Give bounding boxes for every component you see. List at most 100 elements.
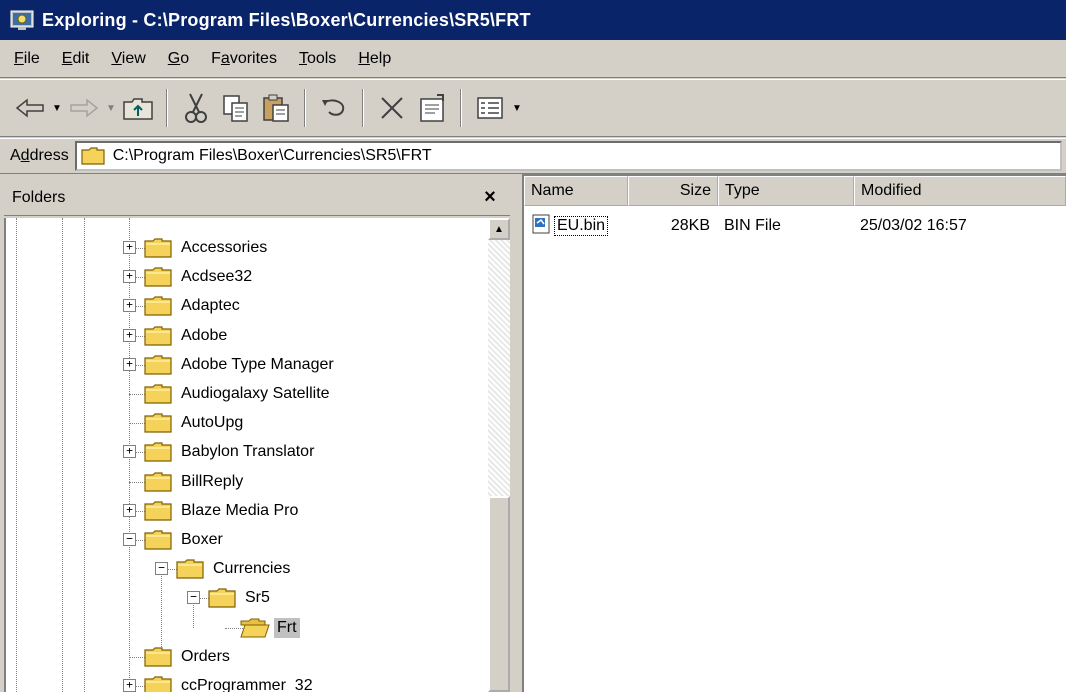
toolbar-separator xyxy=(166,89,168,127)
folder-icon xyxy=(144,384,172,404)
forward-arrow-icon xyxy=(70,98,99,118)
address-label: Address xyxy=(10,147,69,164)
up-folder-button[interactable] xyxy=(118,88,158,128)
tree-item-babylon-translator[interactable]: Babylon Translator xyxy=(144,440,317,464)
tree-item-label: Blaze Media Pro xyxy=(181,501,299,519)
tree-item-label: Accessories xyxy=(181,239,268,256)
address-bar: Address C:\Program Files\Boxer\Currencie… xyxy=(0,138,1066,174)
pane-splitter[interactable] xyxy=(510,174,522,692)
expand-toggle[interactable]: + xyxy=(123,679,136,692)
tree-item-label: Sr5 xyxy=(245,589,270,607)
views-button[interactable] xyxy=(470,88,510,128)
forward-dropdown-button[interactable]: ▼ xyxy=(104,88,118,128)
expand-toggle[interactable]: + xyxy=(123,445,136,459)
undo-button[interactable] xyxy=(314,88,354,128)
collapse-toggle[interactable]: − xyxy=(123,533,136,546)
address-value: C:\Program Files\Boxer\Currencies\SR5\FR… xyxy=(112,147,432,164)
menu-help[interactable]: Help xyxy=(358,50,391,68)
tree-item-audiogalaxy-satellite[interactable]: Audiogalaxy Satellite xyxy=(144,382,333,406)
folder-icon xyxy=(144,296,172,316)
explorer-app-icon xyxy=(10,8,34,32)
tree-item-label: Adobe xyxy=(181,326,228,344)
folder-tree-scrollbar[interactable]: ▲ xyxy=(488,218,510,692)
file-list-pane: Name Size Type Modified EU.bin 28KB BIN … xyxy=(522,174,1066,692)
folder-icon xyxy=(81,147,105,165)
menu-view[interactable]: View xyxy=(111,50,145,68)
tree-item-orders[interactable]: Orders xyxy=(144,645,233,669)
up-folder-icon xyxy=(123,98,153,120)
bin-file-icon xyxy=(532,214,550,239)
column-header-size[interactable]: Size xyxy=(628,176,718,206)
details-view-icon xyxy=(477,97,503,119)
tree-item-boxer[interactable]: Boxer xyxy=(144,528,226,552)
tree-item-label: Currencies xyxy=(213,560,291,578)
cut-button[interactable] xyxy=(176,88,216,128)
file-size: 28KB xyxy=(670,217,710,234)
window-title: Exploring - C:\Program Files\Boxer\Curre… xyxy=(42,9,531,30)
address-input[interactable]: C:\Program Files\Boxer\Currencies\SR5\FR… xyxy=(74,141,1062,171)
folder-icon xyxy=(208,588,236,608)
tree-item-accessories[interactable]: Accessories xyxy=(144,236,270,260)
tree-item-ccprogrammer-32[interactable]: ccProgrammer_32 xyxy=(144,674,316,692)
scroll-up-button[interactable]: ▲ xyxy=(488,218,510,240)
tree-item-sr5[interactable]: Sr5 xyxy=(208,586,273,610)
tree-item-label: Frt xyxy=(274,617,300,638)
folder-icon xyxy=(176,559,204,579)
undo-icon xyxy=(322,99,345,116)
tree-item-adobe[interactable]: Adobe xyxy=(144,324,230,348)
menu-favorites[interactable]: Favorites xyxy=(211,50,277,68)
back-dropdown-button[interactable]: ▼ xyxy=(50,88,64,128)
folder-icon xyxy=(144,413,172,433)
file-row[interactable]: EU.bin 28KB BIN File 25/03/02 16:57 xyxy=(524,212,1066,240)
expand-toggle[interactable]: + xyxy=(123,357,136,371)
file-name: EU.bin xyxy=(554,216,609,236)
collapse-toggle[interactable]: − xyxy=(155,562,168,576)
tree-item-blaze-media-pro[interactable]: Blaze Media Pro xyxy=(144,499,301,523)
tree-guide-line xyxy=(84,218,85,692)
column-header-name[interactable]: Name xyxy=(524,176,628,206)
file-type: BIN File xyxy=(724,217,781,234)
folders-pane: Folders × + Accessories + Acdsee32 + Adaptec +… xyxy=(4,180,510,692)
paste-button[interactable] xyxy=(256,88,296,128)
tree-item-adobe-type-manager[interactable]: Adobe Type Manager xyxy=(144,353,337,377)
tree-item-billreply[interactable]: BillReply xyxy=(144,470,246,494)
menu-edit[interactable]: Edit xyxy=(62,50,90,68)
expand-toggle[interactable]: + xyxy=(123,328,136,342)
menu-tools[interactable]: Tools xyxy=(299,50,336,68)
menu-file[interactable]: File xyxy=(14,50,40,68)
delete-button[interactable] xyxy=(372,88,412,128)
forward-button[interactable] xyxy=(64,88,104,128)
column-header-modified[interactable]: Modified xyxy=(854,176,1066,206)
folder-tree[interactable]: + Accessories + Acdsee32 + Adaptec + Adobe + Adob… xyxy=(4,218,488,692)
folder-icon xyxy=(144,471,172,492)
menu-go[interactable]: Go xyxy=(168,50,189,68)
tree-item-frt[interactable]: Frt xyxy=(240,616,300,640)
back-button[interactable] xyxy=(10,88,50,128)
views-dropdown-button[interactable]: ▼ xyxy=(510,88,524,128)
folder-icon xyxy=(144,530,172,550)
properties-button[interactable] xyxy=(412,88,452,128)
toolbar: ▼ ▼ ▼ xyxy=(0,79,1066,137)
column-header-type[interactable]: Type xyxy=(718,176,854,206)
file-modified: 25/03/02 16:57 xyxy=(860,217,967,234)
scroll-thumb[interactable] xyxy=(488,496,510,692)
collapse-toggle[interactable]: − xyxy=(187,591,200,605)
copy-button[interactable] xyxy=(216,88,256,128)
expand-toggle[interactable]: + xyxy=(123,299,136,313)
tree-item-adaptec[interactable]: Adaptec xyxy=(144,294,243,318)
tree-item-label: AutoUpg xyxy=(181,414,244,432)
copy-icon xyxy=(223,95,248,122)
tree-item-label: Babylon Translator xyxy=(181,443,315,461)
tree-guide-line xyxy=(62,218,63,692)
folders-header: Folders × xyxy=(4,180,510,216)
tree-item-acdsee32[interactable]: Acdsee32 xyxy=(144,265,255,289)
expand-toggle[interactable]: + xyxy=(123,270,136,284)
tree-item-currencies[interactable]: Currencies xyxy=(176,557,293,581)
toolbar-separator xyxy=(460,89,462,127)
open-folder-icon xyxy=(240,618,270,638)
tree-item-autoupg[interactable]: AutoUpg xyxy=(144,411,246,435)
expand-toggle[interactable]: + xyxy=(123,241,136,254)
close-folders-button[interactable]: × xyxy=(480,186,500,209)
tree-item-label: Audiogalaxy Satellite xyxy=(181,385,330,402)
expand-toggle[interactable]: + xyxy=(123,503,136,517)
